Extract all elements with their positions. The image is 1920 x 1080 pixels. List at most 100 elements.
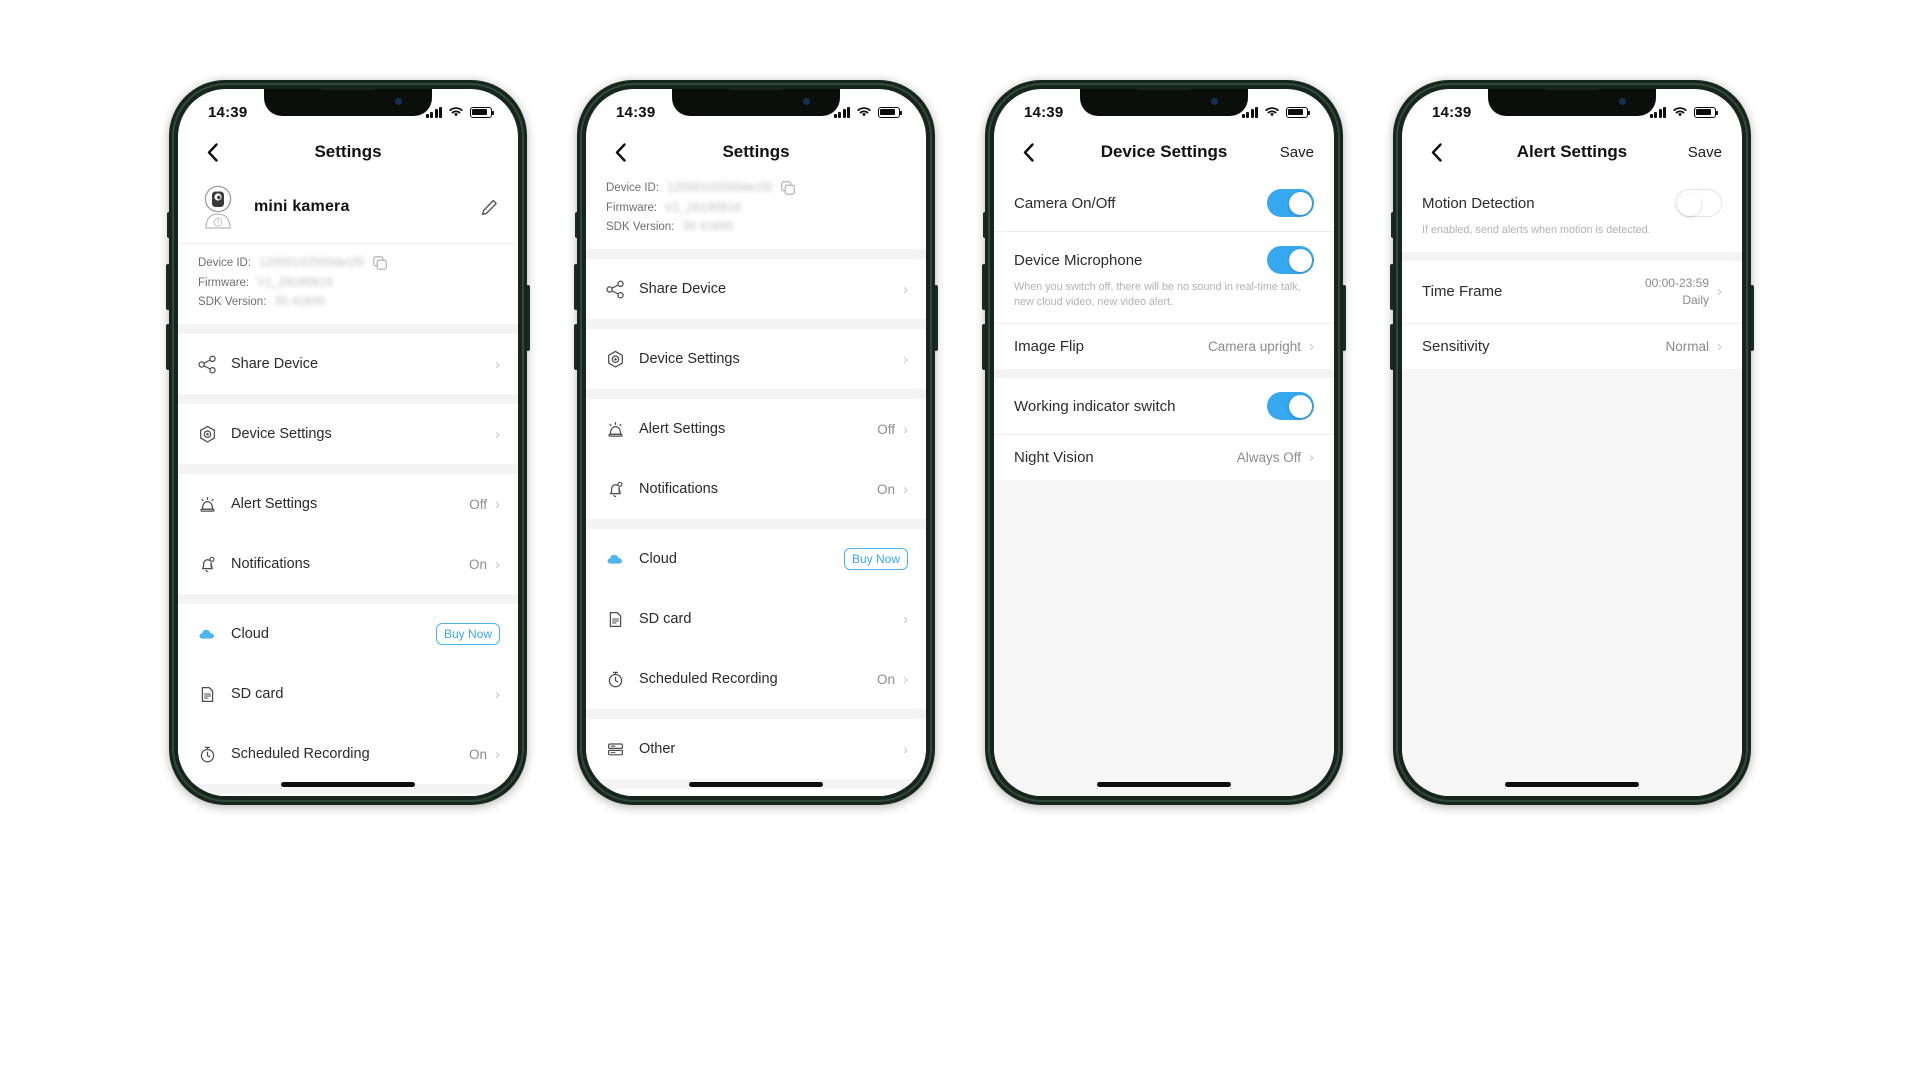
home-indicator[interactable] bbox=[1505, 782, 1639, 787]
copy-icon[interactable] bbox=[780, 181, 795, 195]
setting-label: Motion Detection bbox=[1422, 194, 1535, 212]
info-label: Device ID: bbox=[606, 182, 660, 194]
working-indicator-toggle[interactable] bbox=[1267, 392, 1314, 421]
home-indicator[interactable] bbox=[281, 782, 415, 787]
pencil-icon[interactable] bbox=[481, 199, 498, 216]
empty-area bbox=[1402, 369, 1742, 796]
setting-row-top: Sensitivity Normal › bbox=[1422, 338, 1722, 355]
setting-row-image-flip[interactable]: Image Flip Camera upright › bbox=[994, 324, 1334, 370]
menu-item-right: On › bbox=[877, 672, 908, 687]
menu-item-cloud[interactable]: Cloud Buy Now bbox=[178, 604, 518, 664]
menu-item-sd-card[interactable]: SD card › bbox=[586, 589, 926, 649]
phone-screen: 14:39 Device Settings Save Camera On/Off… bbox=[994, 89, 1334, 796]
chevron-right-icon: › bbox=[903, 670, 908, 688]
menu-item-right: › bbox=[895, 742, 908, 757]
setting-value: Normal bbox=[1665, 339, 1709, 355]
menu-item-cloud[interactable]: Cloud Buy Now bbox=[586, 529, 926, 589]
device-info-block: Device ID: 12000102000de1f0 Firmware: V1… bbox=[586, 175, 926, 249]
setting-right bbox=[1267, 392, 1314, 421]
camera-device-icon bbox=[198, 185, 238, 229]
menu-item-other[interactable]: Other › bbox=[586, 719, 926, 779]
info-label: Device ID: bbox=[198, 257, 252, 269]
setting-row-motion-detection: Motion Detection If enabled, send alerts… bbox=[1402, 175, 1742, 252]
menu-item-notifications[interactable]: Notifications On › bbox=[178, 534, 518, 594]
menu-item-scheduled-recording[interactable]: Scheduled Recording On › bbox=[586, 649, 926, 709]
menu-item-label: Device Settings bbox=[231, 426, 332, 442]
menu-item-share-device[interactable]: Share Device › bbox=[586, 259, 926, 319]
cellular-bars-icon bbox=[833, 106, 850, 118]
menu-item-alert-settings[interactable]: Alert Settings Off › bbox=[586, 399, 926, 459]
device-name: mini kamera bbox=[254, 198, 350, 215]
menu-item-label: Share Device bbox=[231, 356, 319, 372]
cellular-bars-icon bbox=[1241, 106, 1258, 118]
menu-group-alerts: Alert Settings Off › Notifications On › bbox=[178, 474, 518, 594]
setting-row-sensitivity[interactable]: Sensitivity Normal › bbox=[1402, 324, 1742, 370]
menu-item-other[interactable]: Other › bbox=[178, 794, 518, 796]
setting-row-device-microphone: Device Microphone When you switch off, t… bbox=[994, 232, 1334, 324]
back-button[interactable] bbox=[606, 138, 634, 166]
menu-item-device-settings[interactable]: Device Settings › bbox=[586, 329, 926, 389]
battery-icon bbox=[470, 106, 495, 118]
setting-description: If enabled, send alerts when motion is d… bbox=[1422, 224, 1651, 236]
camera-toggle[interactable] bbox=[1267, 189, 1314, 217]
info-row-device-id: Device ID: 12000102000de1f0 bbox=[198, 256, 498, 270]
nav-bar: Settings bbox=[586, 129, 926, 175]
setting-label: Night Vision bbox=[1014, 449, 1094, 467]
info-value: V1_28190616 bbox=[665, 202, 742, 214]
status-icons bbox=[1241, 106, 1311, 118]
menu-item-device-settings[interactable]: Device Settings › bbox=[178, 404, 518, 464]
empty-area bbox=[994, 480, 1334, 796]
chevron-right-icon: › bbox=[1717, 338, 1722, 356]
settings-content: Device ID: 12000102000de1f0 Firmware: V1… bbox=[586, 175, 926, 796]
setting-row-night-vision[interactable]: Night Vision Always Off › bbox=[994, 435, 1334, 481]
setting-label: Time Frame bbox=[1422, 283, 1503, 301]
time-frame-repeat: Daily bbox=[1682, 292, 1709, 307]
setting-row-top: Working indicator switch bbox=[1014, 392, 1314, 421]
menu-item-label: Cloud bbox=[639, 551, 677, 567]
device-settings-icon bbox=[198, 425, 217, 444]
chevron-right-icon: › bbox=[903, 480, 908, 498]
info-row-firmware: Firmware: V1_28190616 bbox=[198, 277, 498, 289]
home-indicator[interactable] bbox=[689, 782, 823, 787]
section-gap bbox=[178, 394, 518, 404]
back-button[interactable] bbox=[1422, 138, 1450, 166]
info-row-device-id: Device ID: 12000102000de1f0 bbox=[606, 181, 906, 195]
save-button[interactable]: Save bbox=[1688, 144, 1722, 161]
menu-item-label: SD card bbox=[231, 686, 284, 702]
motion-detection-toggle[interactable] bbox=[1675, 189, 1722, 217]
setting-right bbox=[1675, 189, 1722, 217]
microphone-toggle[interactable] bbox=[1267, 246, 1314, 274]
menu-item-scheduled-recording[interactable]: Scheduled Recording On › bbox=[178, 724, 518, 784]
menu-item-right: › bbox=[895, 282, 908, 297]
menu-item-label: Share Device bbox=[639, 281, 727, 297]
status-bar: 14:39 bbox=[994, 89, 1334, 129]
setting-row-top: Night Vision Always Off › bbox=[1014, 449, 1314, 466]
setting-value: Always Off bbox=[1236, 450, 1301, 466]
menu-item-right: On › bbox=[877, 482, 908, 497]
menu-item-right: On › bbox=[469, 557, 500, 572]
setting-right bbox=[1267, 189, 1314, 217]
section-gap bbox=[1402, 251, 1742, 261]
buy-now-button[interactable]: Buy Now bbox=[435, 623, 500, 645]
menu-item-notifications[interactable]: Notifications On › bbox=[586, 459, 926, 519]
status-bar: 14:39 bbox=[1402, 89, 1742, 129]
menu-item-sd-card[interactable]: SD card › bbox=[178, 664, 518, 724]
setting-label: Camera On/Off bbox=[1014, 194, 1116, 212]
phone-screen: 14:39 Settings bbox=[178, 89, 518, 796]
back-button[interactable] bbox=[198, 138, 226, 166]
menu-item-share-device[interactable]: Share Device › bbox=[178, 334, 518, 394]
menu-item-alert-settings[interactable]: Alert Settings Off › bbox=[178, 474, 518, 534]
menu-group-storage: Cloud Buy Now SD card › Scheduled Record… bbox=[178, 604, 518, 784]
buy-now-button[interactable]: Buy Now bbox=[843, 548, 908, 570]
remove-device-section: Remove device bbox=[586, 789, 926, 796]
save-button[interactable]: Save bbox=[1280, 144, 1314, 161]
info-value: 30.41600 bbox=[682, 221, 734, 233]
back-button[interactable] bbox=[1014, 138, 1042, 166]
home-indicator[interactable] bbox=[1097, 782, 1231, 787]
setting-row-time-frame[interactable]: Time Frame 00:00-23:59 Daily › bbox=[1402, 260, 1742, 324]
menu-group-alerts: Alert Settings Off › Notifications On › bbox=[586, 399, 926, 519]
phone-mockup-stage: 14:39 Settings mini kamera Device ID: 12… bbox=[0, 0, 1920, 1080]
chevron-right-icon: › bbox=[1309, 449, 1314, 467]
copy-icon[interactable] bbox=[372, 256, 387, 270]
status-time: 14:39 bbox=[616, 103, 656, 121]
